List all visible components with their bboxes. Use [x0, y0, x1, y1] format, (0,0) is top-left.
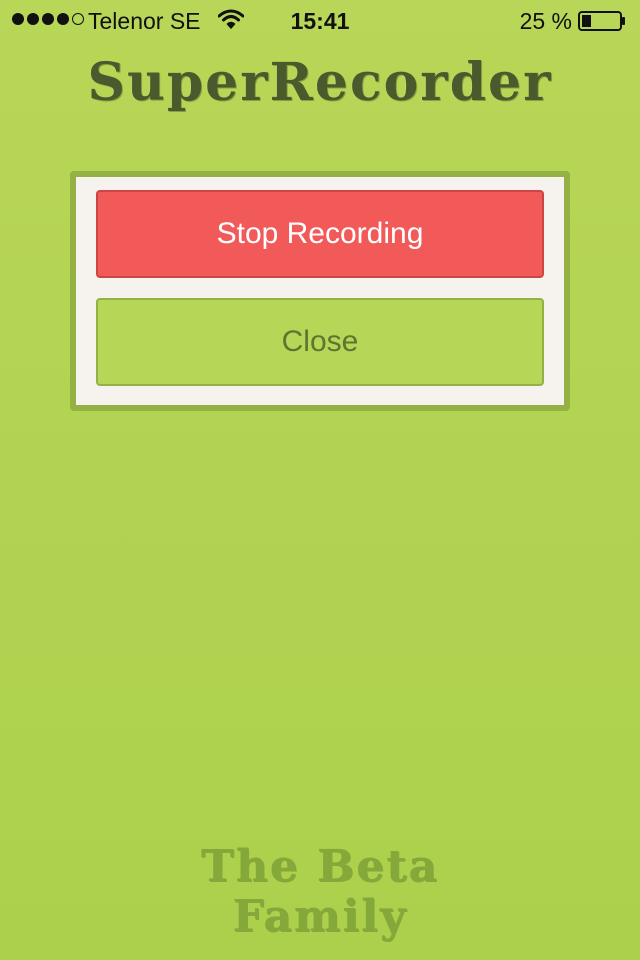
stop-recording-button[interactable]: Stop Recording — [96, 190, 544, 278]
footer-line-1: The Beta — [200, 841, 440, 892]
footer-line-2: Family — [232, 891, 408, 942]
footer-brand: The Beta Family — [0, 842, 640, 942]
battery-percent: 25 % — [519, 8, 572, 34]
recording-dialog: Stop Recording Close — [70, 171, 570, 411]
battery-icon — [578, 11, 625, 31]
status-bar: Telenor SE 15:41 25 % — [0, 0, 640, 40]
close-button[interactable]: Close — [96, 298, 544, 386]
battery-fill — [582, 15, 591, 27]
app-title: SuperRecorder — [87, 52, 553, 113]
